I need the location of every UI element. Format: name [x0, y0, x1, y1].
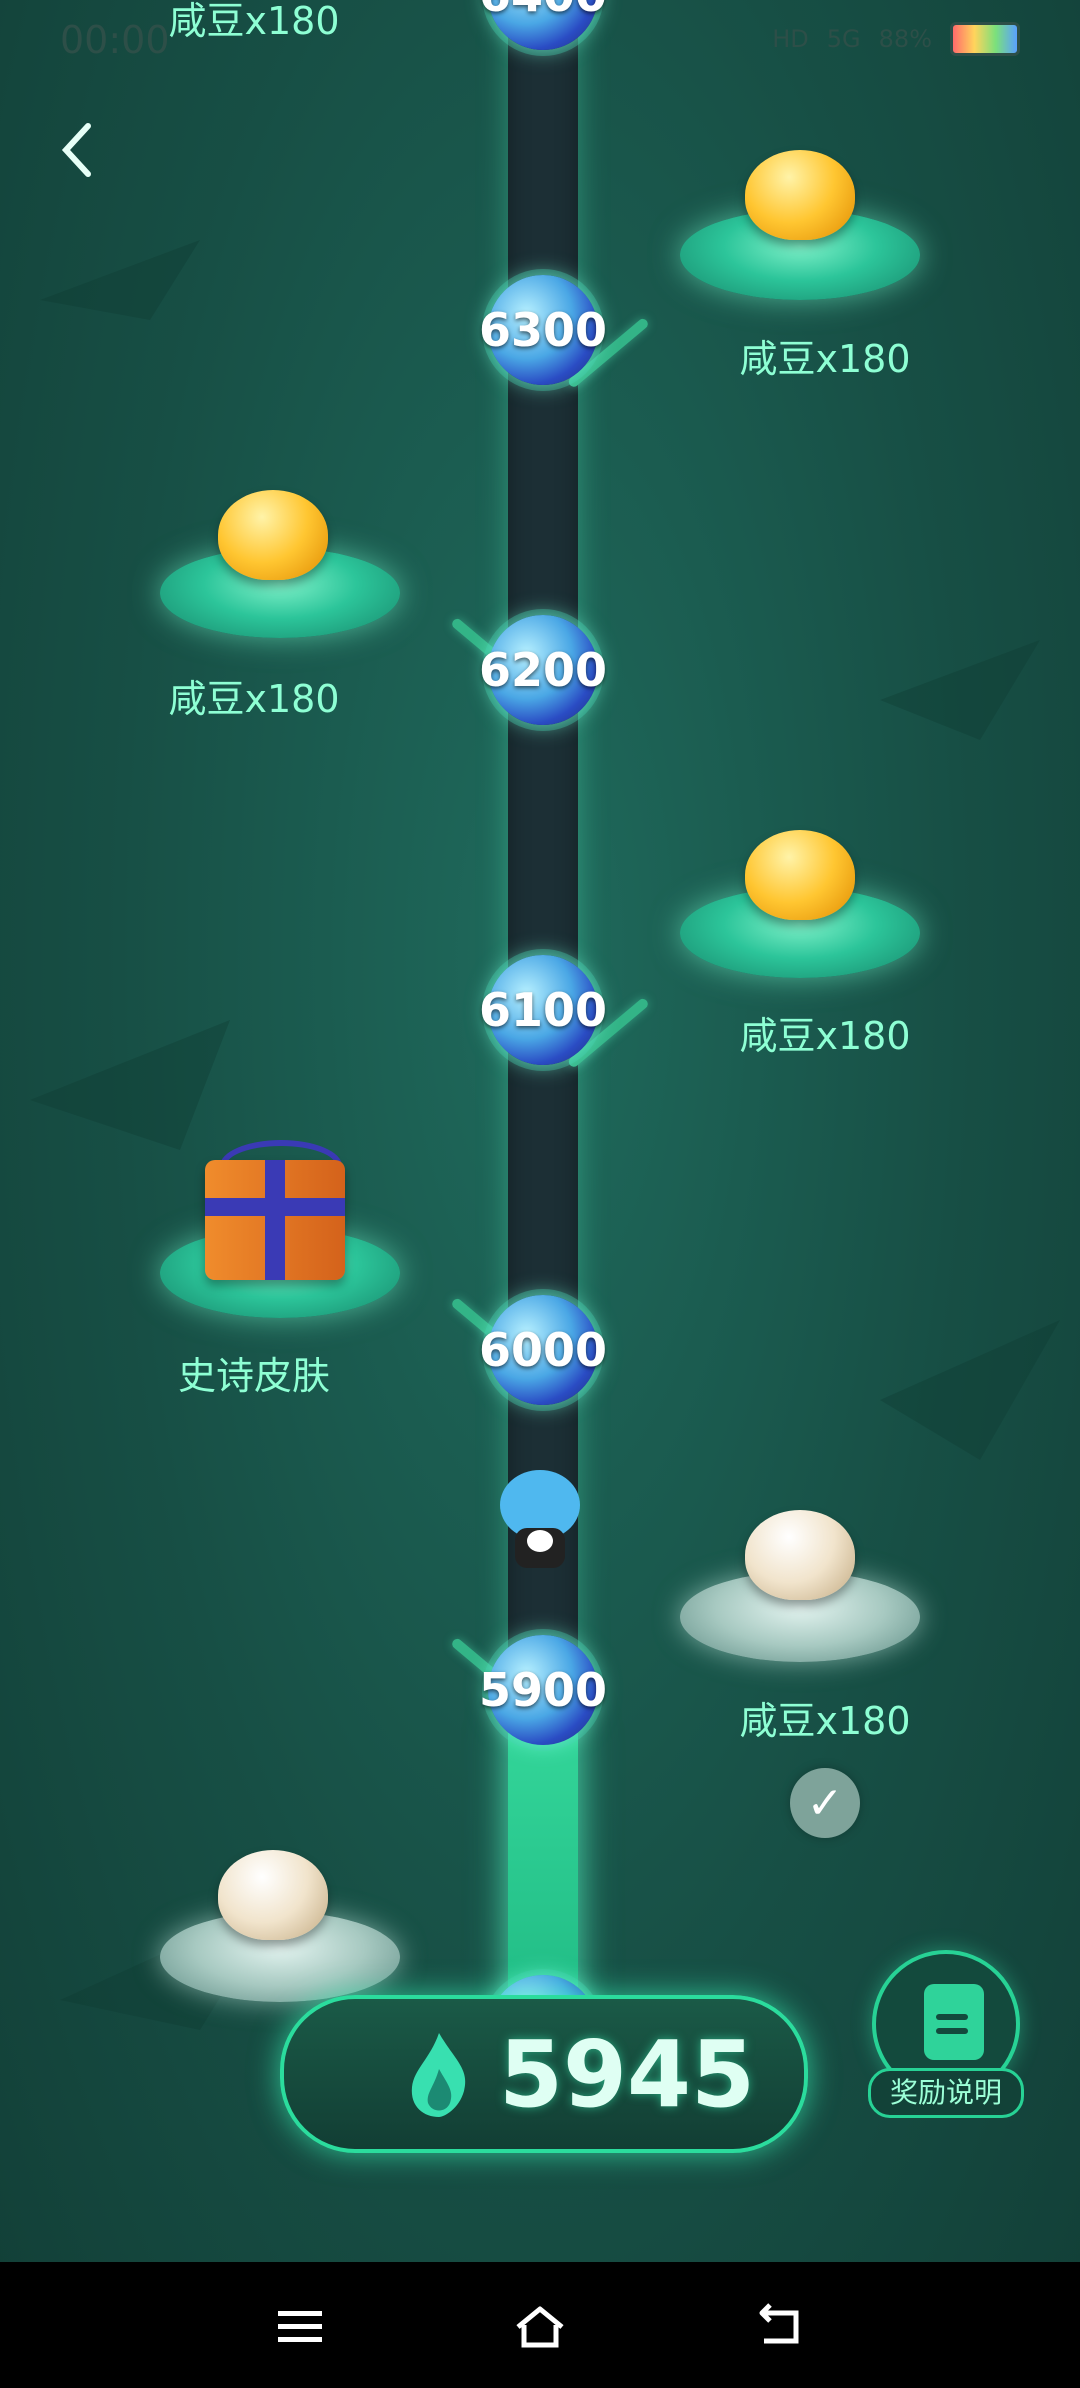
- level-label: 6100: [478, 983, 608, 1037]
- salty-bean-icon: [218, 1850, 328, 1940]
- status-icons: HD 5G 88%: [772, 22, 1020, 56]
- reward-path-screen: 00:00 HD 5G 88% 6400 6300 6200 6100 6000…: [0, 0, 1080, 2388]
- battery-percent: 88%: [878, 25, 932, 53]
- salty-bean-icon: [218, 490, 328, 580]
- level-label: 6000: [478, 1323, 608, 1377]
- level-node-5900: 5900: [479, 1635, 607, 1745]
- back-icon: [759, 2303, 799, 2344]
- menu-icon: [278, 2311, 322, 2342]
- home-button[interactable]: [505, 2292, 575, 2362]
- system-navigation-bar: [0, 2262, 1080, 2388]
- level-label: 5900: [478, 1663, 608, 1717]
- level-node-6000: 6000: [479, 1295, 607, 1405]
- claimed-check-icon: ✓: [790, 1768, 860, 1838]
- salty-bean-icon: [745, 150, 855, 240]
- level-label: 6200: [478, 643, 608, 697]
- level-label: 6400: [479, 0, 607, 22]
- points-value: 5945: [499, 2021, 756, 2128]
- avatar-belly: [527, 1530, 553, 1552]
- gift-box-icon: [205, 1160, 345, 1280]
- hd-badge: HD: [772, 25, 809, 53]
- reward-info-button[interactable]: 奖励说明: [868, 1950, 1024, 2118]
- back-button[interactable]: [58, 120, 118, 180]
- reward-label: 咸豆x180: [739, 1699, 911, 1743]
- document-icon: [924, 1984, 984, 2060]
- level-node-6100: 6100: [479, 955, 607, 1065]
- reward-label: 史诗皮肤: [177, 1354, 330, 1398]
- level-label: 6300: [478, 303, 608, 357]
- network-5g-badge: 5G: [826, 25, 861, 53]
- player-avatar: [495, 1470, 585, 1580]
- level-node-6200: 6200: [479, 615, 607, 725]
- chevron-left-icon: [61, 123, 91, 177]
- reward-label: 咸豆x180: [168, 0, 340, 43]
- reward-label: 咸豆x180: [739, 337, 911, 381]
- reward-label: 咸豆x180: [739, 1014, 911, 1058]
- level-node-6300: 6300: [479, 275, 607, 385]
- battery-icon: [950, 22, 1020, 56]
- back-nav-button[interactable]: [745, 2292, 815, 2362]
- menu-button[interactable]: [265, 2292, 335, 2362]
- salty-bean-icon: [745, 1510, 855, 1600]
- salty-bean-icon: [745, 830, 855, 920]
- flame-icon: [411, 2033, 466, 2117]
- home-icon: [516, 2306, 564, 2348]
- reward-label: 咸豆x180: [168, 677, 340, 721]
- points-counter: 5945: [280, 1995, 808, 2153]
- reward-info-label: 奖励说明: [868, 2068, 1024, 2118]
